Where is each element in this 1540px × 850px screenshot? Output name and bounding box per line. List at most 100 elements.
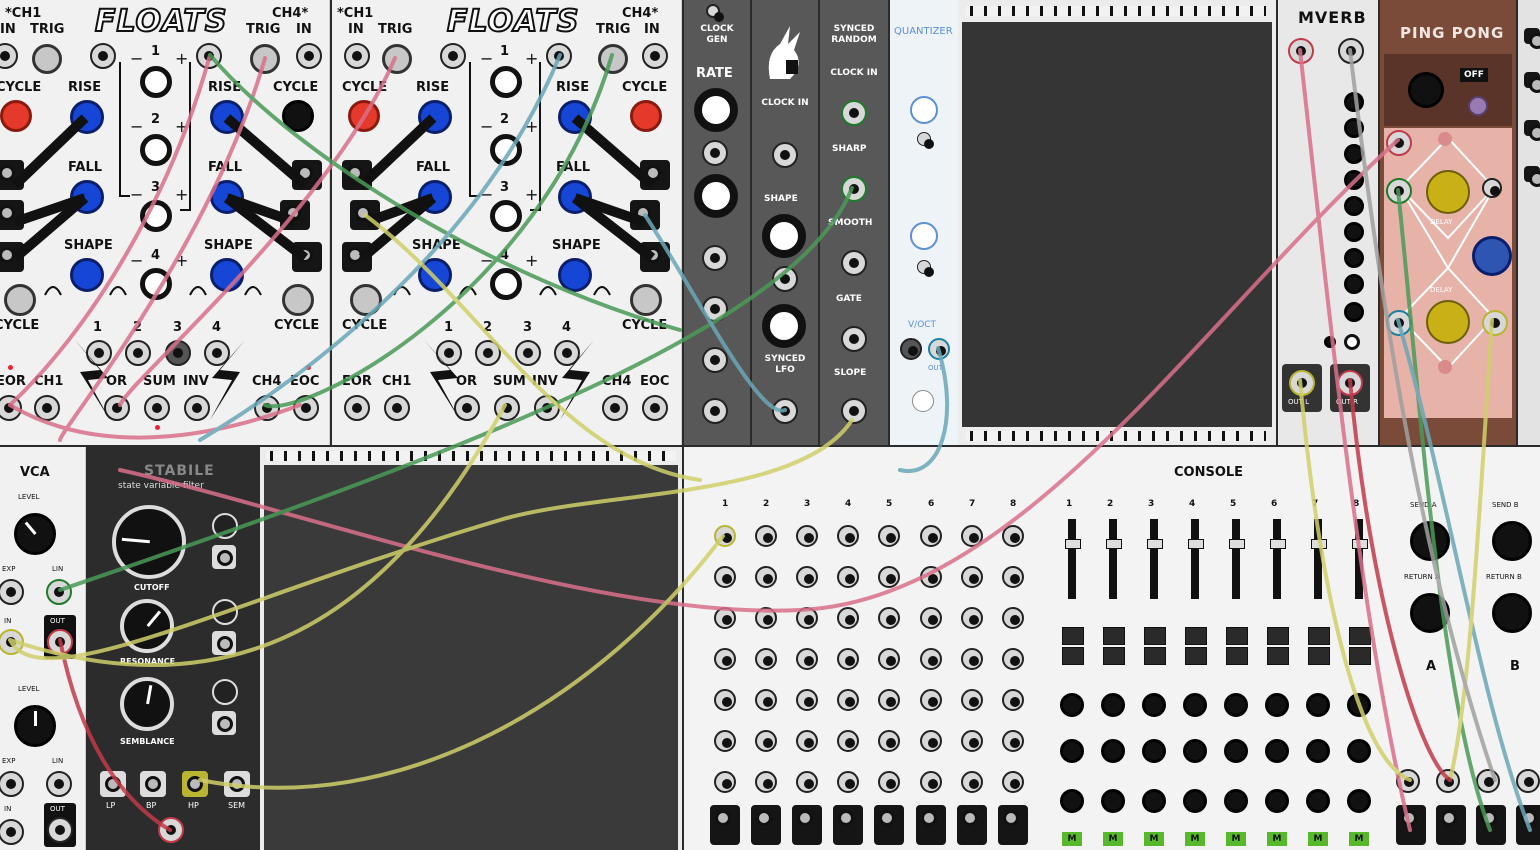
console-solo-button[interactable] <box>1062 627 1084 645</box>
lfo-shape-knob[interactable] <box>762 214 806 258</box>
clock-gen-module[interactable]: CLOCK GEN RATE <box>684 0 750 445</box>
console-send-a-knob[interactable] <box>1142 739 1166 763</box>
console-input-jack[interactable] <box>755 689 777 711</box>
resonance-cv-jack[interactable] <box>212 631 236 655</box>
console-mute-toggle[interactable] <box>1267 647 1289 665</box>
console-input-jack[interactable] <box>878 525 900 547</box>
console-input-jack[interactable] <box>755 607 777 629</box>
console-master-out-jack[interactable] <box>1436 805 1466 845</box>
vca-lin-jack-2[interactable] <box>46 771 72 797</box>
clock-gen-out-1[interactable] <box>702 245 728 271</box>
console-input-jack[interactable] <box>961 689 983 711</box>
ping-pong-in-jack-3[interactable] <box>1386 310 1412 336</box>
console-mute-button[interactable]: M <box>1308 832 1328 846</box>
console-pan-knob[interactable] <box>1060 693 1084 717</box>
console-send-b-knob[interactable] <box>1224 789 1248 813</box>
console-solo-button[interactable] <box>1103 627 1125 645</box>
console-send-a-knob[interactable] <box>1224 739 1248 763</box>
mverb-knob-4[interactable] <box>1344 170 1364 190</box>
cutoff-knob[interactable] <box>112 505 186 579</box>
console-input-jack[interactable] <box>714 525 736 547</box>
ping-pong-in-l-jack[interactable] <box>1386 130 1412 156</box>
return-b-master-knob[interactable] <box>1492 593 1532 633</box>
edge-jack-1[interactable] <box>1524 28 1540 49</box>
hp-out-jack[interactable] <box>182 771 208 797</box>
console-send-b-knob[interactable] <box>1101 789 1125 813</box>
quantizer-cv-jack-1[interactable] <box>917 132 934 149</box>
console-input-jack[interactable] <box>755 525 777 547</box>
console-channel-out-jack[interactable] <box>916 805 946 845</box>
ping-pong-in-jack-2[interactable] <box>1386 178 1412 204</box>
console-input-jack[interactable] <box>878 689 900 711</box>
smooth-out-jack[interactable] <box>841 250 867 276</box>
console-mute-toggle[interactable] <box>1349 647 1371 665</box>
console-input-jack[interactable] <box>837 566 859 588</box>
console-input-jack[interactable] <box>714 730 736 752</box>
console-mute-toggle[interactable] <box>1308 647 1330 665</box>
console-pan-knob[interactable] <box>1101 693 1125 717</box>
mverb-knob-5[interactable] <box>1344 196 1364 216</box>
console-mute-toggle[interactable] <box>1185 647 1207 665</box>
console-send-a-knob[interactable] <box>1060 739 1084 763</box>
mverb-knob-7[interactable] <box>1344 248 1364 268</box>
lfo-out-jack[interactable] <box>772 398 798 424</box>
console-input-jack[interactable] <box>1002 730 1024 752</box>
vca-out-jack-2[interactable] <box>47 817 73 843</box>
console-mixer-module[interactable]: CONSOLE 1 2 3 4 5 6 7 8 1 M 2 M 3 M 4 M 5 M 6 M 7 M 8 M SEND A RE… <box>684 447 1540 850</box>
console-input-jack[interactable] <box>878 648 900 670</box>
rate-cv-jack[interactable] <box>702 140 728 166</box>
edge-jack-2[interactable] <box>1524 72 1540 93</box>
console-input-jack[interactable] <box>837 525 859 547</box>
console-send-b-knob[interactable] <box>1060 789 1084 813</box>
console-input-jack[interactable] <box>796 648 818 670</box>
mverb-out-r-jack[interactable] <box>1337 370 1363 396</box>
console-input-jack[interactable] <box>920 566 942 588</box>
mverb-knob-2[interactable] <box>1344 118 1364 138</box>
lfo-shape-cv-jack[interactable] <box>772 266 798 292</box>
console-input-jack[interactable] <box>755 730 777 752</box>
console-mute-toggle[interactable] <box>1103 647 1125 665</box>
scope-display-module[interactable] <box>958 0 1276 445</box>
off-button[interactable]: OFF <box>1460 68 1488 82</box>
console-mute-button[interactable]: M <box>1144 832 1164 846</box>
mverb-module[interactable]: MVERB OUT L OUT R <box>1278 0 1378 445</box>
console-solo-button[interactable] <box>1308 627 1330 645</box>
console-input-jack[interactable] <box>1002 525 1024 547</box>
console-input-jack[interactable] <box>878 566 900 588</box>
console-input-jack[interactable] <box>920 689 942 711</box>
ping-pong-module[interactable]: PING PONG OFF Delay Delay <box>1380 0 1516 445</box>
cutoff-cv-jack[interactable] <box>212 545 236 569</box>
console-input-jack[interactable] <box>920 648 942 670</box>
console-input-jack[interactable] <box>1002 566 1024 588</box>
edge-jack-4[interactable] <box>1524 166 1540 187</box>
console-channel-out-jack[interactable] <box>792 805 822 845</box>
console-input-jack[interactable] <box>1002 648 1024 670</box>
console-solo-button[interactable] <box>1267 627 1289 645</box>
edge-jack-3[interactable] <box>1524 120 1540 141</box>
bp-out-jack[interactable] <box>140 771 166 797</box>
console-send-return-jack[interactable] <box>1476 769 1500 793</box>
console-pan-knob[interactable] <box>1265 693 1289 717</box>
console-mute-button[interactable]: M <box>1103 832 1123 846</box>
console-input-jack[interactable] <box>755 566 777 588</box>
console-mute-toggle[interactable] <box>1226 647 1248 665</box>
ping-pong-blue-knob[interactable] <box>1472 236 1512 276</box>
console-volume-fader[interactable] <box>1188 519 1204 599</box>
console-input-jack[interactable] <box>961 525 983 547</box>
console-input-jack[interactable] <box>878 607 900 629</box>
console-channel-out-jack[interactable] <box>874 805 904 845</box>
synced-random-module[interactable]: SYNCED RANDOM CLOCK IN SHARP SMOOTH GATE… <box>820 0 888 445</box>
console-send-return-jack[interactable] <box>1516 769 1540 793</box>
console-input-jack[interactable] <box>920 607 942 629</box>
vca-level-knob-2[interactable] <box>14 705 56 747</box>
cutoff-cv-knob[interactable] <box>212 513 238 539</box>
console-input-jack[interactable] <box>961 566 983 588</box>
console-input-jack[interactable] <box>755 771 777 793</box>
clock-gen-out-4[interactable] <box>702 398 728 424</box>
console-input-jack[interactable] <box>796 689 818 711</box>
console-mute-button[interactable]: M <box>1226 832 1246 846</box>
console-input-jack[interactable] <box>714 607 736 629</box>
console-volume-fader[interactable] <box>1147 519 1163 599</box>
console-send-a-knob[interactable] <box>1101 739 1125 763</box>
console-input-jack[interactable] <box>878 730 900 752</box>
